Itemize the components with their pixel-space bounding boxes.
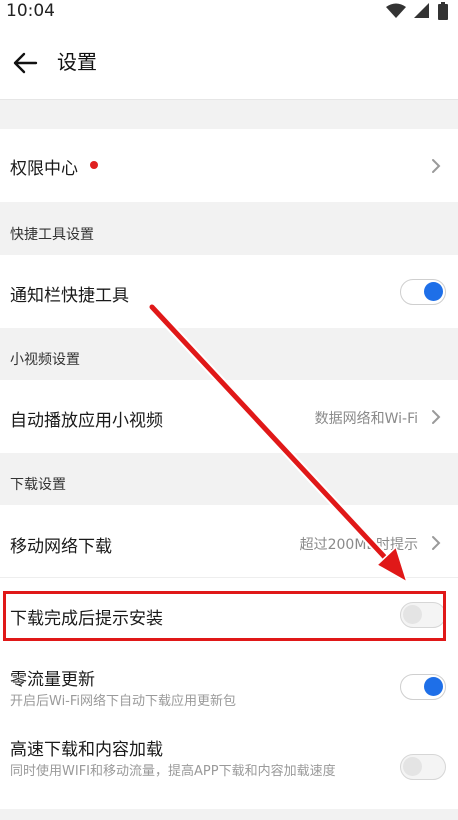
notify-tool-toggle[interactable] [400,279,446,305]
chevron-right-icon [432,536,441,550]
zero-traffic-toggle[interactable] [400,674,446,700]
page-title: 设置 [57,50,97,74]
toggle-knob [424,282,443,301]
signal-icon [414,3,429,18]
status-bar: 10:04 [0,0,458,26]
permission-center-row[interactable]: 权限中心 [0,129,458,202]
chevron-right-icon [432,159,441,173]
autoplay-video-value: 数据网络和Wi-Fi [314,411,418,427]
high-speed-desc: 同时使用WIFI和移动流量，提高APP下载和内容加载速度 [10,764,336,779]
permission-center-label: 权限中心 [10,159,78,179]
section-header-shortcut: 快捷工具设置 [10,227,94,243]
mobile-download-value: 超过200MB时提示 [299,537,418,553]
zero-traffic-desc: 开启后Wi-Fi网络下自动下载应用更新包 [10,694,237,709]
chevron-right-icon [432,410,441,424]
high-speed-row: 高速下载和内容加载 同时使用WIFI和移动流量，提高APP下载和内容加载速度 [0,721,458,809]
toggle-knob [403,757,422,776]
autoplay-video-row[interactable]: 自动播放应用小视频 数据网络和Wi-Fi [0,380,458,453]
high-speed-label: 高速下载和内容加载 [10,740,163,760]
section-header-video: 小视频设置 [10,352,80,368]
notify-tool-row: 通知栏快捷工具 [0,255,458,328]
status-icons [386,2,448,20]
autoplay-video-label: 自动播放应用小视频 [10,411,163,431]
back-arrow-icon[interactable] [10,48,40,78]
wifi-icon [386,3,406,18]
status-time: 10:04 [6,1,55,21]
notification-dot [90,161,98,169]
toggle-knob [424,677,443,696]
section-header-download: 下载设置 [10,477,66,493]
annotation-highlight-box [3,591,446,641]
high-speed-toggle[interactable] [400,754,446,780]
mobile-download-row[interactable]: 移动网络下载 超过200MB时提示 [0,505,458,578]
zero-traffic-label: 零流量更新 [10,670,95,690]
zero-traffic-row: 零流量更新 开启后Wi-Fi网络下自动下载应用更新包 [0,651,458,721]
battery-icon [438,2,448,20]
notify-tool-label: 通知栏快捷工具 [10,286,129,306]
mobile-download-label: 移动网络下载 [10,537,112,557]
app-bar: 设置 [0,26,458,100]
